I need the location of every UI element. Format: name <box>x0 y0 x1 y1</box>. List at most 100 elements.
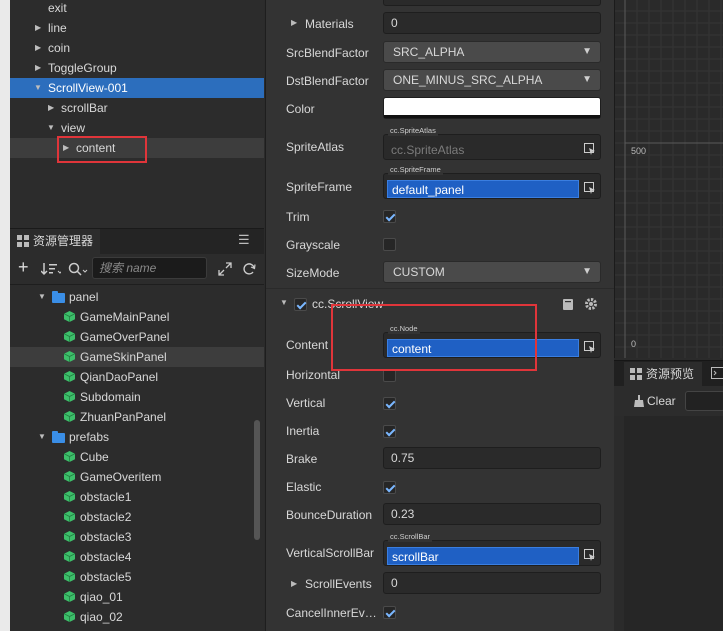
caret-right-icon[interactable]: ▶ <box>291 579 297 588</box>
cancel-inner-events-checkbox[interactable] <box>383 606 396 619</box>
expand-icon[interactable] <box>218 262 232 276</box>
asset-item[interactable]: Subdomain <box>10 387 264 407</box>
caret-down-icon[interactable]: ▼ <box>280 298 288 307</box>
caret-down-icon[interactable]: ▼ <box>34 78 42 98</box>
elastic-checkbox[interactable] <box>383 481 396 494</box>
prefab-cube-icon <box>64 491 75 502</box>
prefab-cube-icon <box>64 331 75 342</box>
size-mode-select[interactable]: CUSTOM ▼ <box>383 261 601 283</box>
asset-item[interactable]: ZhuanPanPanel <box>10 407 264 427</box>
sprite-frame-type-tag: cc.SpriteFrame <box>388 165 443 175</box>
vertical-scrollbar-label: VerticalScrollBar <box>286 546 375 560</box>
src-blend-label: SrcBlendFactor <box>286 46 369 60</box>
tree-item-togglegroup[interactable]: ▶ ToggleGroup <box>10 58 264 78</box>
scroll-events-count-input[interactable]: 0 <box>383 572 601 594</box>
gear-icon[interactable] <box>584 297 598 311</box>
tree-item-label: ScrollView-001 <box>48 81 128 95</box>
asset-item[interactable]: obstacle4 <box>10 547 264 567</box>
folder-item[interactable]: ▼ prefabs <box>10 427 264 447</box>
console-filter-input[interactable] <box>685 391 723 411</box>
object-picker-icon[interactable] <box>584 182 596 194</box>
src-blend-select[interactable]: SRC_ALPHA ▼ <box>383 41 601 63</box>
sprite-atlas-field[interactable]: cc.SpriteAtlas cc.SpriteAtlas <box>383 126 601 160</box>
brake-input[interactable]: 0.75 <box>383 447 601 469</box>
sprite-frame-field[interactable]: cc.SpriteFrame default_panel <box>383 165 601 199</box>
caret-down-icon[interactable]: ▼ <box>38 287 46 307</box>
elastic-label: Elastic <box>286 480 322 494</box>
asset-item[interactable]: GameOverPanel <box>10 327 264 347</box>
tree-item-scrollview[interactable]: ▼ ScrollView-001 <box>10 78 264 98</box>
caret-right-icon[interactable]: ▶ <box>48 98 54 118</box>
caret-right-icon[interactable]: ▶ <box>35 58 41 78</box>
prefab-cube-icon <box>64 411 75 422</box>
bounce-duration-label: BounceDuration <box>286 508 373 522</box>
asset-item[interactable]: GameSkinPanel <box>10 347 264 367</box>
folder-item[interactable]: ▼ panel <box>10 287 264 307</box>
object-picker-icon[interactable] <box>584 549 596 561</box>
grayscale-label: Grayscale <box>286 238 341 252</box>
tree-item-view[interactable]: ▼ view <box>10 118 264 138</box>
book-icon[interactable] <box>562 298 574 311</box>
asset-item[interactable]: Cube <box>10 447 264 467</box>
asset-item[interactable]: QianDaoPanel <box>10 367 264 387</box>
content-label: Content <box>286 338 329 352</box>
dst-blend-label: DstBlendFactor <box>286 74 369 88</box>
caret-right-icon[interactable]: ▶ <box>35 38 41 58</box>
refresh-icon[interactable] <box>242 262 256 276</box>
tree-item-label: coin <box>48 41 71 55</box>
materials-count-input[interactable]: 0 <box>383 12 601 34</box>
asset-label: ZhuanPanPanel <box>80 410 167 424</box>
sort-icon[interactable] <box>41 262 61 276</box>
tree-item-line[interactable]: ▶ line <box>10 18 264 38</box>
inertia-label: Inertia <box>286 424 320 438</box>
menu-icon[interactable]: ☰ <box>238 232 250 248</box>
tree-item-label: exit <box>48 1 67 15</box>
tree-item-coin[interactable]: ▶ coin <box>10 38 264 58</box>
ruler-label-0: 0 <box>631 339 637 349</box>
asset-item[interactable]: obstacle3 <box>10 527 264 547</box>
tab-label: 资源预览 <box>646 367 695 381</box>
add-icon[interactable]: + <box>18 257 29 278</box>
caret-right-icon[interactable]: ▶ <box>35 18 41 38</box>
asset-label: obstacle2 <box>80 510 132 524</box>
vertical-scrollbar-field[interactable]: cc.ScrollBar scrollBar <box>383 532 601 566</box>
object-picker-icon[interactable] <box>584 143 596 155</box>
asset-label: GameSkinPanel <box>80 350 167 364</box>
asset-item[interactable]: GameOveritem <box>10 467 264 487</box>
vertical-scrollbar-type-tag: cc.ScrollBar <box>388 532 433 542</box>
vertical-checkbox[interactable] <box>383 397 396 410</box>
object-picker-icon[interactable] <box>584 341 596 353</box>
caret-down-icon[interactable]: ▼ <box>38 427 46 447</box>
asset-item[interactable]: obstacle5 <box>10 567 264 587</box>
sprite-frame-value: default_panel <box>387 180 579 198</box>
scrollview-enabled-checkbox[interactable] <box>294 298 307 311</box>
folder-icon <box>52 291 65 303</box>
dst-blend-select[interactable]: ONE_MINUS_SRC_ALPHA ▼ <box>383 69 601 91</box>
materials-label: Materials <box>305 17 354 31</box>
bounce-duration-input[interactable]: 0.23 <box>383 503 601 525</box>
asset-item[interactable]: GameMainPanel <box>10 307 264 327</box>
asset-item[interactable]: obstacle1 <box>10 487 264 507</box>
tab-assets[interactable]: 资源管理器 <box>10 229 100 254</box>
top-cut-field[interactable] <box>383 0 601 6</box>
inertia-checkbox[interactable] <box>383 425 396 438</box>
color-picker[interactable] <box>383 97 601 119</box>
assets-search-input[interactable]: 搜索 name <box>92 257 207 279</box>
clear-button[interactable]: Clear <box>647 394 676 408</box>
tree-item-scrollbar[interactable]: ▶ scrollBar <box>10 98 264 118</box>
caret-down-icon[interactable]: ▼ <box>47 118 55 138</box>
asset-item[interactable]: qiao_01 <box>10 587 264 607</box>
asset-item[interactable]: obstacle2 <box>10 507 264 527</box>
tab-asset-preview[interactable]: 资源预览 <box>624 362 702 386</box>
caret-right-icon[interactable]: ▶ <box>291 18 297 27</box>
tree-item-exit[interactable]: exit <box>10 0 264 18</box>
assets-scrollbar[interactable] <box>254 420 260 540</box>
prefab-cube-icon <box>64 451 75 462</box>
asset-item[interactable]: qiao_02 <box>10 607 264 627</box>
search-icon[interactable] <box>68 262 88 276</box>
clear-icon <box>634 395 644 407</box>
grayscale-checkbox[interactable] <box>383 238 396 251</box>
console-tab-icon[interactable] <box>711 367 723 379</box>
trim-checkbox[interactable] <box>383 210 396 223</box>
scene-view[interactable]: 500 0 <box>614 0 723 358</box>
